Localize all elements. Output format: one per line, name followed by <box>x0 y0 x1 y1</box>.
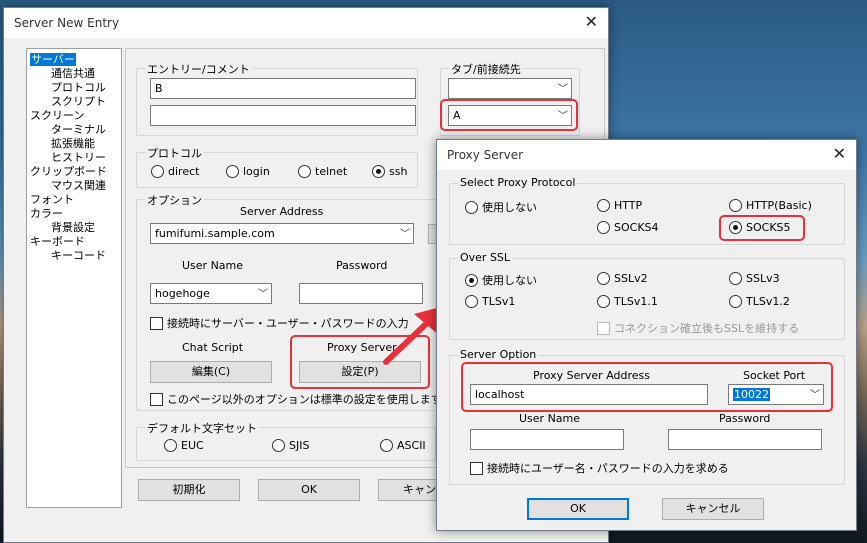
chat-script-label: Chat Script <box>182 341 244 354</box>
tree-item-background[interactable]: 背景設定 <box>51 221 95 234</box>
server-address-combo[interactable]: fumifumi.sample.com ﹀ <box>150 223 414 244</box>
tree-item-script[interactable]: スクリプト <box>51 95 106 108</box>
tree-item-keyboard[interactable]: キーボード <box>30 235 85 248</box>
tls-v11-radio[interactable]: TLSv1.1 <box>597 295 658 311</box>
proxy-http-basic-radio[interactable]: HTTP(Basic) <box>729 199 812 215</box>
use-default-checkbox[interactable]: このページ以外のオプションは標準の設定を使用します <box>150 391 442 407</box>
charset-ascii-radio[interactable]: ASCII <box>380 439 426 455</box>
tls-v1-radio[interactable]: TLSv1 <box>465 295 515 311</box>
proxy-http-radio[interactable]: HTTP <box>597 199 642 215</box>
proxy-password-label: Password <box>719 412 771 425</box>
user-name-combo[interactable]: hogehoge ﹀ <box>150 283 272 304</box>
tree-item-screen[interactable]: スクリーン <box>30 109 84 122</box>
tree-item-server[interactable]: サーバー <box>30 53 76 66</box>
charset-group-label: デフォルト文字セット <box>145 420 259 436</box>
main-ok-button[interactable]: OK <box>258 479 360 501</box>
proxy-ok-button[interactable]: OK <box>527 498 629 520</box>
tree-item-font[interactable]: フォント <box>30 193 74 206</box>
tree-item-terminal[interactable]: ターミナル <box>51 123 106 136</box>
tab-combo[interactable]: ﹀ <box>448 78 572 99</box>
charset-euc-radio[interactable]: EUC <box>164 439 204 455</box>
password-label: Password <box>336 259 388 272</box>
socks5-highlight <box>719 215 805 241</box>
server-address-highlight <box>461 362 833 412</box>
proxy-password-input[interactable] <box>668 429 822 450</box>
ssl-v2-radio[interactable]: SSLv2 <box>597 272 648 288</box>
edit-button[interactable]: 編集(C) <box>150 361 272 383</box>
proxy-none-radio[interactable]: 使用しない <box>465 199 537 215</box>
server-address-label: Server Address <box>240 205 324 218</box>
ssl-none-radio[interactable]: 使用しない <box>465 272 537 288</box>
server-option-label: Server Option <box>458 348 539 361</box>
initialize-button[interactable]: 初期化 <box>138 479 240 501</box>
ssl-v3-radio[interactable]: SSLv3 <box>729 272 780 288</box>
close-icon[interactable]: ✕ <box>585 13 598 31</box>
proxy-title-bar: Proxy Server ✕ <box>437 140 856 170</box>
select-protocol-label: Select Proxy Protocol <box>458 176 578 189</box>
proxy-cancel-button[interactable]: キャンセル <box>662 498 764 520</box>
title-bar: Server New Entry ✕ <box>4 8 608 38</box>
tree-item-comm[interactable]: 通信共通 <box>51 67 95 80</box>
destination-highlight <box>440 99 578 131</box>
ssl-keep-checkbox[interactable]: コネクション確立後もSSLを維持する <box>597 320 799 336</box>
proxy-user-name-label: User Name <box>519 412 581 425</box>
protocol-login-radio[interactable]: login <box>226 165 270 181</box>
close-icon[interactable]: ✕ <box>833 145 846 163</box>
tree-item-color[interactable]: カラー <box>30 207 63 220</box>
proxy-socks4-radio[interactable]: SOCKS4 <box>597 221 659 237</box>
chevron-down-icon: ﹀ <box>558 84 568 95</box>
chevron-down-icon: ﹀ <box>258 289 268 300</box>
tree-item-keycode[interactable]: キーコード <box>51 249 106 262</box>
tree-item-clipboard[interactable]: クリップボード <box>30 165 107 178</box>
category-tree: サーバー 通信共通 プロトコル スクリプト スクリーン ターミナル 拡張機能 ヒ… <box>26 48 122 508</box>
proxy-dialog-title: Proxy Server <box>447 148 524 162</box>
chevron-down-icon: ﹀ <box>400 229 410 240</box>
over-ssl-label: Over SSL <box>458 251 513 264</box>
tree-item-protocol[interactable]: プロトコル <box>51 81 106 94</box>
window-title: Server New Entry <box>14 16 120 30</box>
charset-sjis-radio[interactable]: SJIS <box>272 439 309 455</box>
protocol-telnet-radio[interactable]: telnet <box>298 165 347 181</box>
entry-group-label: エントリー/コメント <box>145 61 252 77</box>
tree-item-extension[interactable]: 拡張機能 <box>51 137 95 150</box>
auth-prompt-checkbox[interactable]: 接続時にユーザー名・パスワードの入力を求める <box>470 460 729 476</box>
protocol-direct-radio[interactable]: direct <box>151 165 199 181</box>
tls-v12-radio[interactable]: TLSv1.2 <box>729 295 790 311</box>
user-name-label: User Name <box>182 259 244 272</box>
proxy-user-name-input[interactable] <box>470 429 624 450</box>
tree-item-history[interactable]: ヒストリー <box>51 151 106 164</box>
protocol-group-label: プロトコル <box>145 145 204 161</box>
entry-input[interactable]: B <box>150 78 416 99</box>
connect-prompt-checkbox[interactable]: 接続時にサーバー・ユーザー・パスワードの入力 <box>150 315 409 331</box>
tree-item-mouse[interactable]: マウス関連 <box>51 179 106 192</box>
tab-group-label: タブ/前接続先 <box>449 61 523 77</box>
protocol-ssh-radio[interactable]: ssh <box>372 165 407 181</box>
proxy-server-dialog: Proxy Server ✕ Select Proxy Protocol 使用し… <box>436 139 857 531</box>
options-group-label: オプション <box>145 192 204 208</box>
comment-input[interactable] <box>150 105 416 126</box>
